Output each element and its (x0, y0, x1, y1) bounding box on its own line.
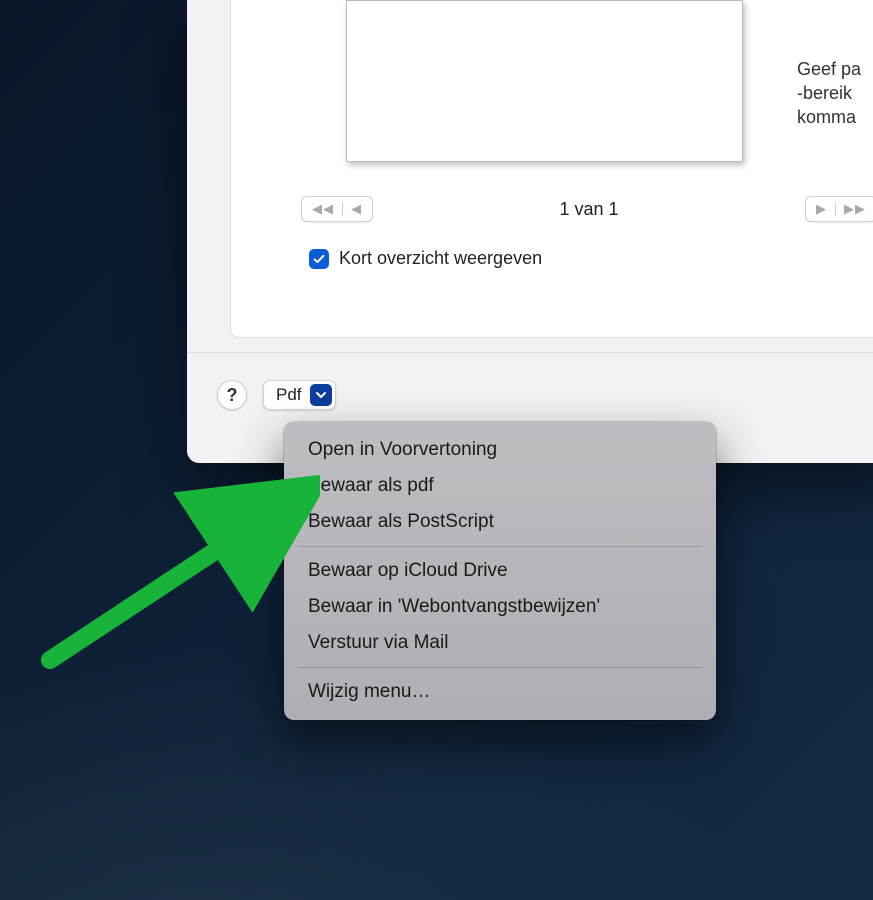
pdf-dropdown-button[interactable]: Pdf (263, 380, 336, 410)
separator (187, 352, 873, 353)
menu-item-edit-menu[interactable]: Wijzig menu… (284, 674, 716, 710)
next-icon: ▶ (816, 201, 827, 217)
menu-item-save-as-pdf[interactable]: Bewaar als pdf (284, 468, 716, 504)
menu-separator (298, 546, 702, 547)
rewind-icon: ◀◀ (312, 201, 334, 217)
preview-panel: ◀◀ ◀ 1 van 1 ▶ ▶▶ Kort overzicht weergev… (230, 0, 873, 338)
menu-separator (298, 667, 702, 668)
menu-item-save-as-postscript[interactable]: Bewaar als PostScript (284, 504, 716, 540)
help-icon: ? (227, 385, 238, 406)
checkbox-checked-icon[interactable] (309, 249, 329, 269)
pager-next-button[interactable]: ▶ ▶▶ (805, 196, 873, 222)
menu-item-web-receipts[interactable]: Bewaar in 'Webontvangstbewijzen' (284, 589, 716, 625)
print-dialog: ◀◀ ◀ 1 van 1 ▶ ▶▶ Kort overzicht weergev… (187, 0, 873, 463)
pager-row: ◀◀ ◀ 1 van 1 ▶ ▶▶ (301, 192, 873, 226)
fastforward-icon: ▶▶ (844, 201, 866, 217)
preview-page (346, 0, 743, 162)
menu-item-mail[interactable]: Verstuur via Mail (284, 625, 716, 661)
menu-item-icloud[interactable]: Bewaar op iCloud Drive (284, 553, 716, 589)
help-button[interactable]: ? (217, 380, 247, 410)
pdf-dropdown-menu: Open in Voorvertoning Bewaar als pdf Bew… (284, 422, 716, 720)
divider (835, 202, 836, 216)
side-hint-text: Geef pa -bereik komma (797, 57, 861, 129)
pager-label: 1 van 1 (559, 199, 618, 220)
short-overview-row[interactable]: Kort overzicht weergeven (309, 248, 542, 269)
prev-icon: ◀ (351, 201, 362, 217)
dialog-footer: ? Pdf (217, 380, 336, 410)
chevron-down-icon (310, 384, 332, 406)
pager-prev-button[interactable]: ◀◀ ◀ (301, 196, 373, 222)
menu-item-open-preview[interactable]: Open in Voorvertoning (284, 432, 716, 468)
checkbox-label: Kort overzicht weergeven (339, 248, 542, 269)
divider (342, 202, 343, 216)
annotation-arrow-icon (30, 445, 320, 675)
pdf-button-label: Pdf (276, 385, 302, 405)
